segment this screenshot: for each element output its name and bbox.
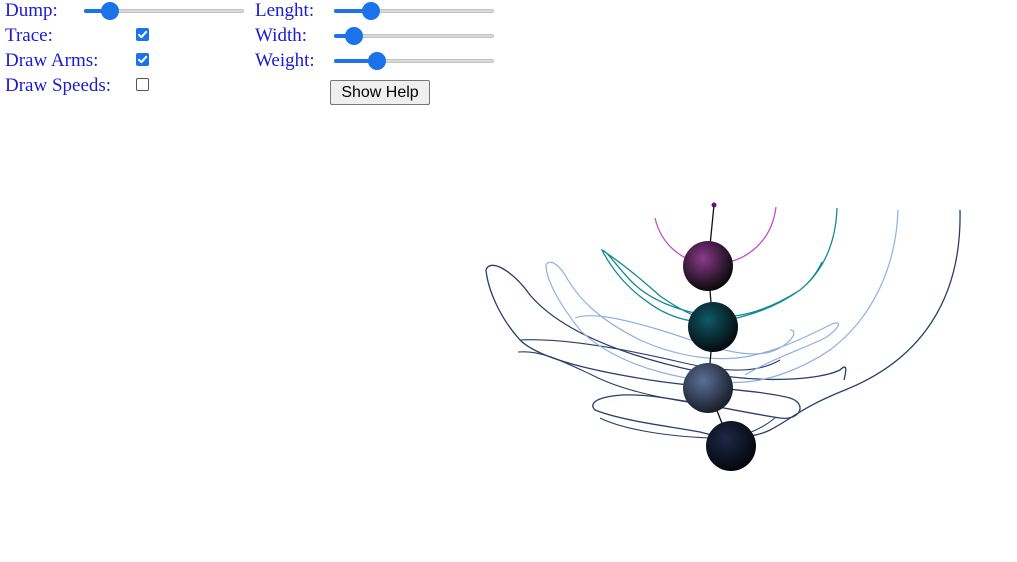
pendulum-bob-2[interactable]	[688, 302, 738, 352]
pendulum-bob-4[interactable]	[706, 421, 756, 471]
pivot-point	[711, 202, 717, 208]
pendulum-bob-3[interactable]	[683, 363, 733, 413]
pendulum-bob-1[interactable]	[683, 241, 733, 291]
trace-path-3	[545, 209, 899, 384]
pendulum-canvas[interactable]	[0, 0, 1017, 562]
